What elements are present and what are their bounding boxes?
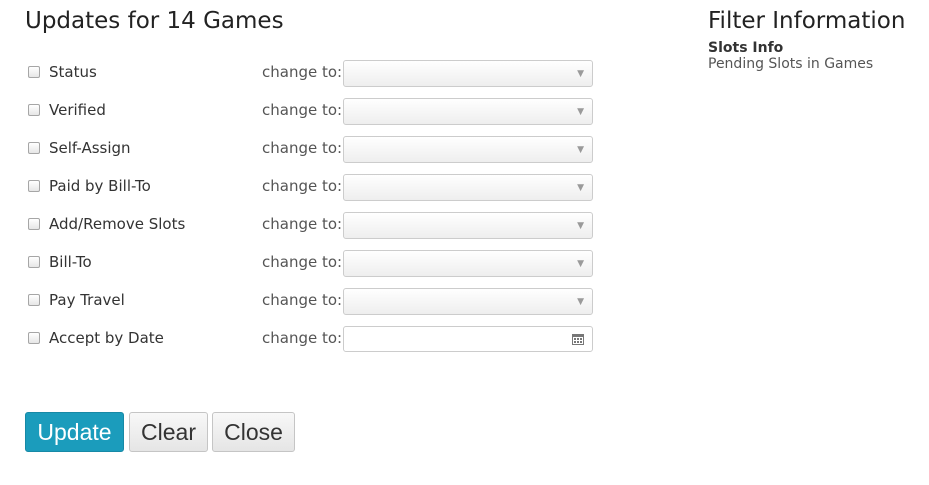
chevron-down-icon: ▼ xyxy=(577,107,584,117)
change-to-label: change to: xyxy=(262,63,343,81)
filter-description: Pending Slots in Games xyxy=(708,56,874,72)
filter-information-panel: Filter Information Slots Info Pending Sl… xyxy=(708,8,923,72)
field-row-pay-travel: Pay Travel change to: ▼ xyxy=(28,288,598,315)
chevron-down-icon: ▼ xyxy=(577,221,584,231)
accept-by-date-label: Accept by Date xyxy=(49,329,164,347)
chevron-down-icon: ▼ xyxy=(577,69,584,79)
field-row-add-remove-slots: Add/Remove Slots change to: ▼ xyxy=(28,212,598,239)
change-to-label: change to: xyxy=(262,291,343,309)
accept-by-date-input[interactable] xyxy=(343,326,593,352)
paid-by-bill-to-select[interactable]: ▼ xyxy=(343,174,593,201)
verified-checkbox[interactable] xyxy=(28,104,40,116)
paid-by-bill-to-label: Paid by Bill-To xyxy=(49,177,151,195)
bill-to-select[interactable]: ▼ xyxy=(343,250,593,277)
slots-info-heading: Slots Info xyxy=(708,40,784,56)
self-assign-label: Self-Assign xyxy=(49,139,131,157)
pay-travel-select[interactable]: ▼ xyxy=(343,288,593,315)
add-remove-slots-checkbox[interactable] xyxy=(28,218,40,230)
clear-button[interactable]: Clear xyxy=(129,412,208,452)
update-games-dialog: Updates for 14 Games Filter Information … xyxy=(0,0,929,485)
verified-select[interactable]: ▼ xyxy=(343,98,593,125)
close-button[interactable]: Close xyxy=(212,412,295,452)
page-title: Updates for 14 Games xyxy=(25,8,284,34)
pay-travel-label: Pay Travel xyxy=(49,291,125,309)
field-row-accept-by-date: Accept by Date change to: xyxy=(28,326,598,352)
field-row-paid-by-bill-to: Paid by Bill-To change to: ▼ xyxy=(28,174,598,201)
calendar-icon[interactable] xyxy=(572,334,584,345)
status-select[interactable]: ▼ xyxy=(343,60,593,87)
chevron-down-icon: ▼ xyxy=(577,183,584,193)
status-label: Status xyxy=(49,63,97,81)
status-checkbox[interactable] xyxy=(28,66,40,78)
field-row-verified: Verified change to: ▼ xyxy=(28,98,598,125)
change-to-label: change to: xyxy=(262,177,343,195)
bill-to-label: Bill-To xyxy=(49,253,92,271)
change-to-label: change to: xyxy=(262,215,343,233)
add-remove-slots-label: Add/Remove Slots xyxy=(49,215,186,233)
update-button[interactable]: Update xyxy=(25,412,124,452)
chevron-down-icon: ▼ xyxy=(577,297,584,307)
change-to-label: change to: xyxy=(262,329,343,347)
verified-label: Verified xyxy=(49,101,106,119)
change-to-label: change to: xyxy=(262,101,343,119)
change-to-label: change to: xyxy=(262,139,343,157)
accept-by-date-checkbox[interactable] xyxy=(28,332,40,344)
chevron-down-icon: ▼ xyxy=(577,145,584,155)
add-remove-slots-select[interactable]: ▼ xyxy=(343,212,593,239)
chevron-down-icon: ▼ xyxy=(577,259,584,269)
paid-by-bill-to-checkbox[interactable] xyxy=(28,180,40,192)
self-assign-checkbox[interactable] xyxy=(28,142,40,154)
field-row-self-assign: Self-Assign change to: ▼ xyxy=(28,136,598,163)
field-row-status: Status change to: ▼ xyxy=(28,60,598,87)
pay-travel-checkbox[interactable] xyxy=(28,294,40,306)
field-row-bill-to: Bill-To change to: ▼ xyxy=(28,250,598,277)
bill-to-checkbox[interactable] xyxy=(28,256,40,268)
self-assign-select[interactable]: ▼ xyxy=(343,136,593,163)
change-to-label: change to: xyxy=(262,253,343,271)
filter-information-title: Filter Information xyxy=(708,8,906,34)
